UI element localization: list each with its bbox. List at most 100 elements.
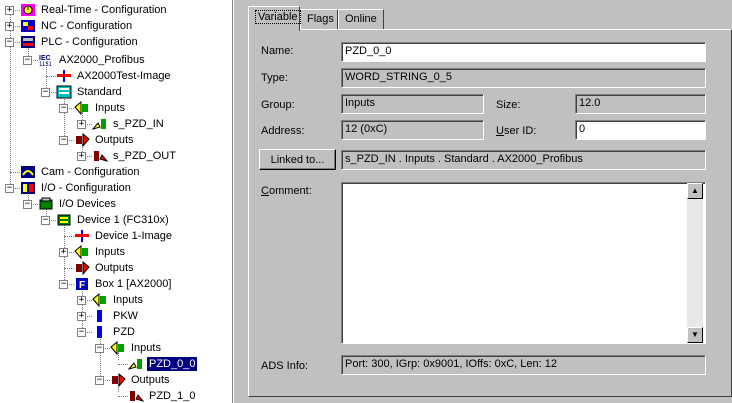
expand-icon[interactable]: +: [77, 152, 86, 161]
tree-item[interactable]: Outputs: [74, 260, 136, 276]
svg-text:F: F: [79, 280, 85, 291]
size-label: Size:: [496, 99, 521, 111]
tree-item[interactable]: Inputs: [74, 100, 127, 116]
tree-item[interactable]: PZD_0_0: [127, 356, 199, 372]
tree-item[interactable]: Outputs: [110, 372, 172, 388]
tree-item[interactable]: s_PZD_OUT: [92, 148, 178, 164]
iec-icon: IEC 1131: [38, 53, 54, 68]
input-var-icon: [91, 117, 108, 131]
outputs-icon: [74, 260, 90, 276]
tree-item[interactable]: Real-Time - Configuration: [20, 2, 169, 18]
tree-item-label: PLC - Configuration: [41, 36, 138, 48]
pzd-icon: [92, 325, 108, 339]
type-label: Type:: [261, 72, 288, 84]
tree-item[interactable]: NC - Configuration: [20, 18, 134, 34]
collapse-icon[interactable]: −: [23, 56, 32, 65]
group-label: Group:: [261, 99, 295, 111]
name-input[interactable]: PZD_0_0: [341, 42, 706, 62]
inputs-icon: [74, 244, 90, 260]
tree-item[interactable]: Cam - Configuration: [20, 164, 141, 180]
tree-item[interactable]: Standard: [56, 84, 124, 100]
comment-label: Comment:: [261, 185, 312, 197]
collapse-icon[interactable]: −: [5, 38, 14, 47]
tab-variable[interactable]: Variable: [248, 6, 301, 31]
linked-to-button[interactable]: Linked to...: [259, 149, 336, 170]
tree-item[interactable]: Outputs: [74, 132, 136, 148]
tree-item-label: Device 1 (FC310x): [77, 214, 169, 226]
linked-to-field: s_PZD_IN . Inputs . Standard . AX2000_Pr…: [341, 150, 706, 170]
collapse-icon[interactable]: −: [77, 328, 86, 337]
collapse-icon[interactable]: −: [41, 88, 50, 97]
tree-item-label: PZD_1_0: [149, 390, 196, 402]
input-var-icon: [127, 357, 144, 371]
tree-item[interactable]: s_PZD_IN: [91, 116, 166, 132]
tree-item[interactable]: Inputs: [110, 340, 163, 356]
collapse-icon[interactable]: −: [5, 184, 14, 193]
expand-icon[interactable]: +: [5, 22, 14, 31]
comment-textarea[interactable]: [341, 182, 706, 344]
tree-item[interactable]: Inputs: [92, 292, 145, 308]
tree-item[interactable]: PKW: [92, 308, 140, 324]
tree-item-label: Box 1 [AX2000]: [95, 278, 172, 290]
tree-item[interactable]: Inputs: [74, 244, 127, 260]
expand-icon[interactable]: +: [77, 120, 86, 129]
tree-item-label: I/O - Configuration: [41, 182, 131, 194]
nc-icon: [20, 19, 36, 33]
svg-text:IEC: IEC: [39, 55, 51, 62]
collapse-icon[interactable]: −: [95, 376, 104, 385]
user-id-input[interactable]: 0: [575, 120, 706, 140]
cam-icon: [20, 165, 36, 179]
tree-item[interactable]: I/O Devices: [38, 196, 118, 212]
plc-icon: [20, 35, 36, 49]
tab-flags[interactable]: Flags: [300, 9, 338, 30]
io-devices-icon: [38, 197, 54, 211]
tree-item-label: PKW: [113, 310, 139, 322]
tree-item[interactable]: F Box 1 [AX2000]: [74, 276, 173, 292]
tree-item[interactable]: Device 1-Image: [74, 228, 174, 244]
tree-item-label: I/O Devices: [59, 198, 116, 210]
output-var-icon: [92, 149, 109, 163]
tree-item[interactable]: PZD_1_0: [128, 388, 197, 403]
comment-scrollbar[interactable]: ▲ ▼: [687, 183, 703, 343]
tree-item-label: PZD: [113, 326, 135, 338]
collapse-icon[interactable]: −: [23, 200, 32, 209]
tree-item[interactable]: I/O - Configuration: [20, 180, 133, 196]
collapse-icon[interactable]: −: [59, 104, 68, 113]
size-field: 12.0: [575, 94, 706, 114]
name-label: Name:: [261, 45, 294, 57]
tab-online[interactable]: Online: [338, 9, 384, 30]
tree-item-label: Outputs: [95, 134, 134, 146]
tree-item[interactable]: IEC 1131 AX2000_Profibus: [38, 52, 147, 68]
group-field: Inputs: [341, 94, 484, 114]
tree-item-label: Real-Time - Configuration: [41, 4, 167, 16]
user-id-label: User ID:: [496, 125, 537, 137]
expand-icon[interactable]: +: [77, 312, 86, 321]
task-icon: [56, 85, 72, 99]
collapse-icon[interactable]: −: [41, 216, 50, 225]
tree-item-label: Inputs: [113, 294, 143, 306]
collapse-icon[interactable]: −: [59, 280, 68, 289]
device-icon: [56, 213, 72, 227]
expand-icon[interactable]: +: [77, 296, 86, 305]
ads-info-field: Port: 300, IGrp: 0x9001, IOffs: 0xC, Len…: [341, 355, 706, 375]
expand-icon[interactable]: +: [5, 6, 14, 15]
scroll-up-icon[interactable]: ▲: [687, 183, 703, 199]
tree-item[interactable]: PLC - Configuration: [20, 34, 140, 50]
collapse-icon[interactable]: −: [95, 344, 104, 353]
collapse-icon[interactable]: −: [59, 136, 68, 145]
tree-item-label: Standard: [77, 86, 122, 98]
image-icon: [74, 229, 90, 243]
output-var-icon: [128, 389, 145, 403]
tree-item[interactable]: Device 1 (FC310x): [56, 212, 171, 228]
expand-icon[interactable]: +: [59, 248, 68, 257]
realtime-icon: [20, 3, 36, 17]
svg-text:1131: 1131: [39, 62, 53, 67]
scroll-down-icon[interactable]: ▼: [687, 327, 703, 343]
address-field: 12 (0xC): [341, 120, 484, 140]
tree-item[interactable]: PZD: [92, 324, 137, 340]
pkw-icon: [92, 309, 108, 323]
tree-item[interactable]: AX2000Test-Image: [56, 68, 173, 84]
config-tree[interactable]: + Real-Time - Configuration + NC - Configur…: [0, 0, 233, 403]
tree-item-label: Inputs: [131, 342, 161, 354]
address-label: Address:: [261, 125, 305, 137]
